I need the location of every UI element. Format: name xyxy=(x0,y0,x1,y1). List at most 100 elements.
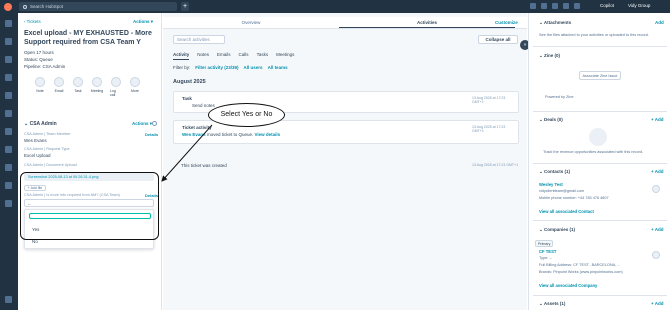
deals-title: Deals (0) xyxy=(544,117,563,122)
ticket-activity-title: Ticket activity xyxy=(182,125,212,130)
tab-activities[interactable]: Activities xyxy=(339,17,515,28)
tab-overview[interactable]: Overview xyxy=(163,17,339,28)
record-tabs: Overview Activities xyxy=(163,17,527,29)
companies-add-button[interactable]: + Add xyxy=(651,227,663,232)
deals-add-button[interactable]: + Add xyxy=(651,117,663,122)
company-brands: Brands: Pinpoint Works (www.pinpointwork… xyxy=(539,270,623,274)
reporting-icon[interactable] xyxy=(5,200,12,207)
service-icon[interactable] xyxy=(5,146,12,153)
company-type: Type: -- xyxy=(539,256,552,260)
email-action[interactable]: Email xyxy=(53,77,65,97)
filter-teams-dropdown[interactable]: All teams xyxy=(268,65,288,70)
ticket-pipeline[interactable]: Pipeline: CSA Admin xyxy=(24,64,65,69)
task-card-timestamp: 13 Aug 2025 at 17:23 GMT+1 xyxy=(472,96,506,104)
deals-description: Track the revenue opportunities associat… xyxy=(543,150,644,154)
activity-filters: Filter by: Filter activity (23/39) All u… xyxy=(173,65,288,70)
divider xyxy=(533,46,667,47)
filter-users-dropdown[interactable]: All users xyxy=(244,65,263,70)
hubspot-logo-icon[interactable] xyxy=(4,2,12,11)
bookmarks-icon[interactable] xyxy=(5,20,12,27)
details-link[interactable]: Details xyxy=(145,132,158,137)
global-search-input[interactable]: Search HubSpot xyxy=(19,2,177,11)
marketing-icon[interactable] xyxy=(5,74,12,81)
help-icon[interactable] xyxy=(552,3,558,9)
copilot-button[interactable]: Copilot xyxy=(600,3,614,8)
csa-admin-section-header[interactable]: ⌄ CSA Admin xyxy=(24,121,57,127)
view-all-contacts-link[interactable]: View all associated Contact xyxy=(539,209,594,214)
customize-button[interactable]: Customize xyxy=(495,20,518,25)
marketplace-icon[interactable] xyxy=(530,3,536,9)
request-type-value[interactable]: Excel Upload xyxy=(24,153,51,158)
meeting-action[interactable]: Meeting xyxy=(91,77,103,97)
record-actions-label: Actions xyxy=(133,19,150,24)
company-address: Full Billing Address: CF TEST., BARCELON… xyxy=(539,263,621,267)
collapse-all-button[interactable]: Collapse all xyxy=(478,35,518,44)
company-name[interactable]: CF TEST xyxy=(539,249,556,254)
gear-icon[interactable] xyxy=(152,121,157,126)
associate-zine-button[interactable]: Associate Zine Issue xyxy=(579,71,621,80)
global-search-placeholder: Search HubSpot xyxy=(30,4,64,9)
primary-badge: Primary xyxy=(535,240,554,247)
zine-header[interactable]: ⌄ Zine (0) xyxy=(539,53,560,59)
back-to-tickets-link[interactable]: ‹ Tickets xyxy=(24,19,41,24)
ticket-activity-timestamp: 13 Aug 2025 at 17:23 GMT+1 xyxy=(472,125,506,133)
workspaces-icon[interactable] xyxy=(5,38,12,45)
attachments-add-button[interactable]: Add xyxy=(655,20,664,25)
account-menu[interactable]: Vidy Group xyxy=(628,3,650,8)
subtab-tasks[interactable]: Tasks xyxy=(257,52,269,60)
contacts-add-button[interactable]: + Add xyxy=(651,169,663,174)
note-action[interactable]: Note xyxy=(34,77,46,97)
subtab-emails[interactable]: Emails xyxy=(217,52,231,60)
ticket-created-text: This ticket was created xyxy=(181,163,227,168)
automation-icon[interactable] xyxy=(5,182,12,189)
phone-icon[interactable] xyxy=(541,3,547,9)
contact-name[interactable]: Wesley Test xyxy=(539,182,563,187)
filter-activity-dropdown[interactable]: Filter activity (23/39) xyxy=(195,65,238,70)
assets-header[interactable]: ⌄ Assets (1) xyxy=(539,301,565,307)
section-actions-menu[interactable]: Actions ▾ xyxy=(132,121,152,127)
ticket-title[interactable]: Excel upload - MY EXHAUSTED - More Suppo… xyxy=(24,30,158,47)
more-action[interactable]: More xyxy=(129,77,141,97)
crm-icon[interactable] xyxy=(5,56,12,63)
task-action-label: Task xyxy=(74,89,82,93)
settings-icon[interactable] xyxy=(563,3,569,9)
activity-user[interactable]: Wes Evans xyxy=(182,132,206,137)
divider xyxy=(533,111,667,112)
contacts-header[interactable]: ⌄ Contacts (1) xyxy=(539,169,570,175)
note-icon xyxy=(35,77,45,87)
sales-icon[interactable] xyxy=(5,110,12,117)
activity-type-tabs: Activity Notes Emails Calls Tasks Meetin… xyxy=(173,52,294,60)
subtab-activity[interactable]: Activity xyxy=(173,52,190,60)
contact-email[interactable]: vidyclientteam@gmail.com xyxy=(539,189,584,193)
ticket-status[interactable]: Status: Queue xyxy=(24,57,53,62)
log-call-action[interactable]: Log call xyxy=(110,77,122,97)
task-action[interactable]: Task xyxy=(72,77,84,97)
attachments-header[interactable]: ⌄ Attachments xyxy=(539,20,571,26)
left-navigation-rail xyxy=(0,13,18,310)
search-icon xyxy=(23,4,27,9)
deals-header[interactable]: ⌄ Deals (0) xyxy=(539,117,563,123)
record-actions-menu[interactable]: Actions ▾ xyxy=(133,19,153,25)
subtab-notes[interactable]: Notes xyxy=(197,52,209,60)
view-all-companies-link[interactable]: View all associated Company xyxy=(539,283,597,288)
assets-add-button[interactable]: + Add xyxy=(651,301,663,306)
activity-search-input[interactable]: Search activities xyxy=(173,35,225,44)
email-icon xyxy=(54,77,64,87)
divider xyxy=(533,163,667,164)
expand-rail-icon[interactable] xyxy=(5,296,12,303)
create-plus-button[interactable]: + xyxy=(181,2,189,11)
more-icon xyxy=(130,77,140,87)
subtab-meetings[interactable]: Meetings xyxy=(276,52,294,60)
view-details-link[interactable]: View details xyxy=(255,132,281,137)
top-navigation-bar: Search HubSpot + Copilot Vidy Group xyxy=(0,0,670,13)
team-member-value[interactable]: Wes Evans xyxy=(24,138,47,143)
attachments-description: See the files attached to your activitie… xyxy=(539,33,649,37)
commerce-icon[interactable] xyxy=(5,128,12,135)
csa-admin-section-title: CSA Admin xyxy=(29,121,57,127)
subtab-calls[interactable]: Calls xyxy=(239,52,249,60)
notifications-icon[interactable] xyxy=(574,3,580,9)
content-icon[interactable] xyxy=(5,92,12,99)
open-duration: Open 17 hours xyxy=(24,50,54,55)
data-management-icon[interactable] xyxy=(5,164,12,171)
companies-header[interactable]: ⌄ Companies (1) xyxy=(539,227,575,233)
